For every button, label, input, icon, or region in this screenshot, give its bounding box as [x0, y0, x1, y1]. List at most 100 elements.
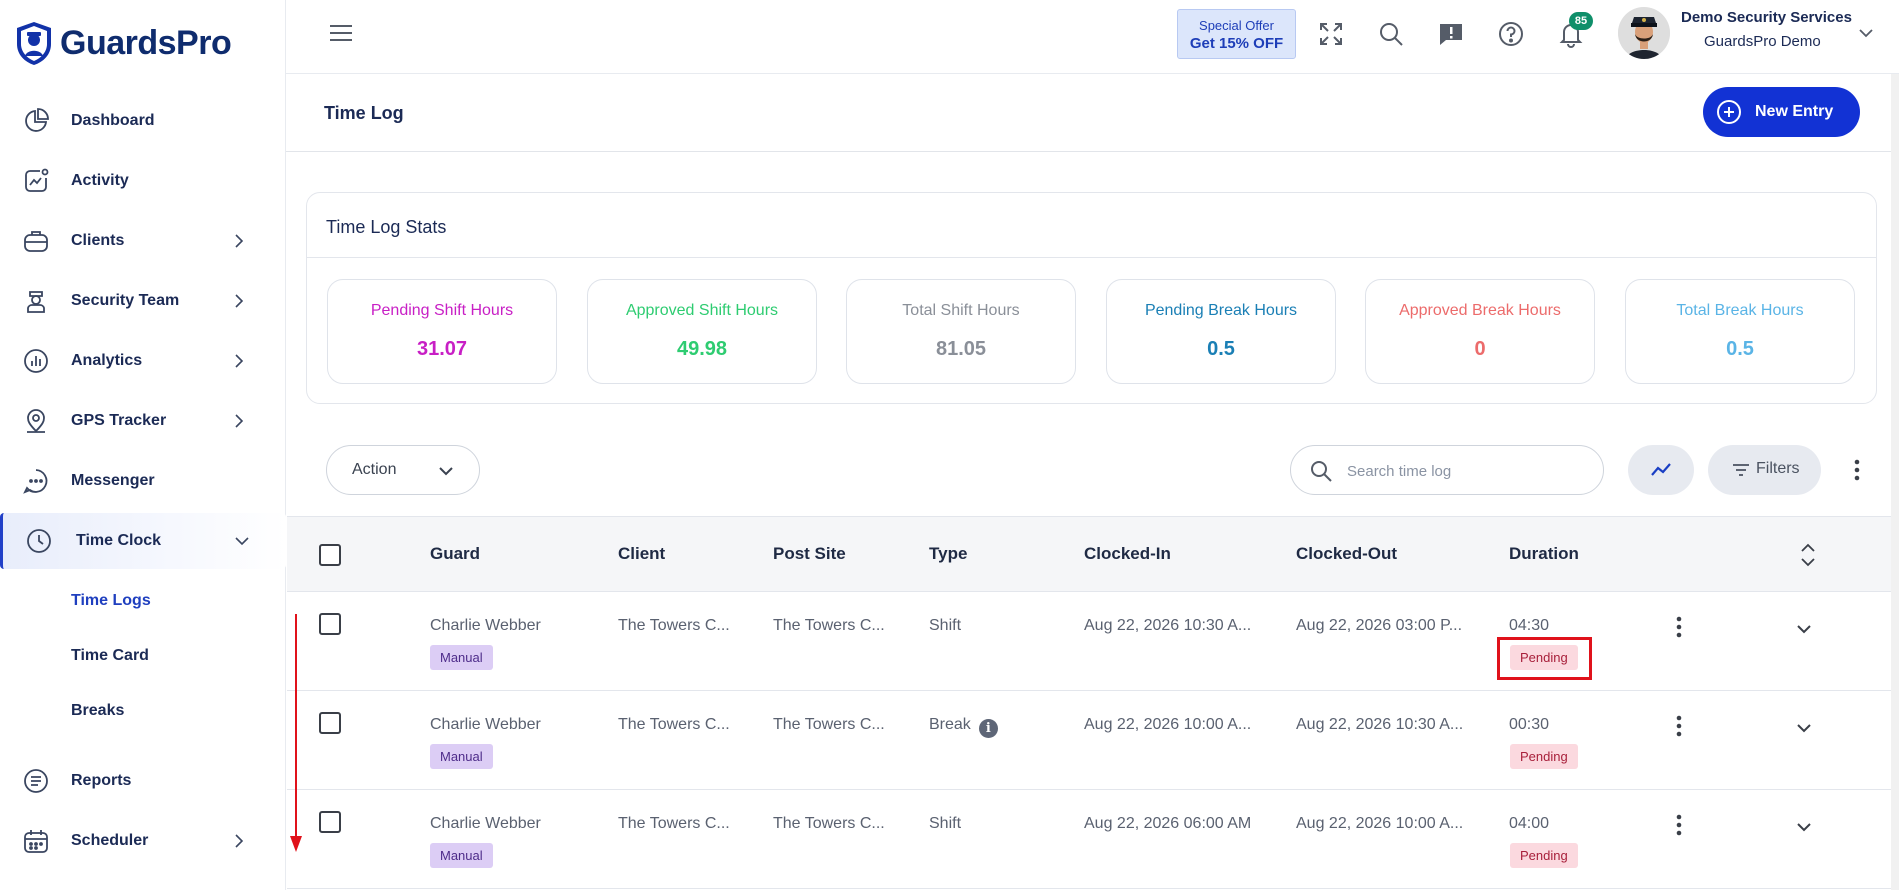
row-more-options-icon[interactable] [1674, 813, 1684, 837]
new-entry-button[interactable]: New Entry [1703, 87, 1860, 137]
action-label: Action [352, 461, 397, 478]
sidebar-item-label: Analytics [71, 352, 143, 369]
cell-client: The Towers C... [618, 716, 730, 733]
row-checkbox[interactable] [319, 613, 341, 635]
stat-card-total-shift: Total Shift Hours 81.05 [846, 279, 1076, 384]
sidebar-subitem-time-card[interactable]: Time Card [71, 647, 149, 665]
chevron-right-icon [235, 354, 244, 368]
cell-duration: 00:30 [1509, 716, 1550, 733]
stat-card-total-break: Total Break Hours 0.5 [1625, 279, 1855, 384]
sidebar-item-label: Security Team [71, 292, 180, 309]
column-header-guard[interactable]: Guard [430, 544, 480, 564]
chevron-right-icon [235, 294, 244, 308]
column-header-clocked-out[interactable]: Clocked-Out [1296, 544, 1397, 564]
stat-label: Approved Break Hours [1399, 302, 1561, 319]
trend-chart-button[interactable] [1628, 445, 1694, 495]
sidebar-item-messenger[interactable]: Messenger [0, 453, 286, 509]
select-all-checkbox[interactable] [319, 544, 341, 566]
info-icon[interactable]: i [978, 719, 998, 738]
page-scrollbar[interactable] [1891, 74, 1899, 890]
help-icon[interactable] [1497, 20, 1525, 48]
sidebar-item-label: Dashboard [71, 112, 155, 129]
cell-clocked-out: Aug 22, 2026 10:00 A... [1296, 815, 1464, 832]
cell-guard: Charlie Webber [430, 815, 541, 832]
expand-row-chevron-icon[interactable] [1794, 619, 1814, 639]
highlight-annotation-box [1497, 637, 1592, 680]
cell-duration: 04:00 [1509, 815, 1550, 832]
chevron-right-icon [235, 234, 244, 248]
column-header-type[interactable]: Type [929, 544, 967, 564]
sidebar-item-label: Clients [71, 232, 125, 249]
row-more-options-icon[interactable] [1674, 615, 1684, 639]
cell-clocked-out: Aug 22, 2026 10:30 A... [1296, 716, 1464, 733]
scroll-down-arrow-annotation [290, 614, 302, 852]
sidebar-item-activity[interactable]: Activity [0, 153, 286, 209]
stat-card-approved-break: Approved Break Hours 0 [1365, 279, 1595, 384]
row-checkbox[interactable] [319, 712, 341, 734]
sidebar-item-time-clock[interactable]: Time Clock [0, 513, 286, 569]
special-offer-button[interactable]: Special Offer Get 15% OFF [1177, 9, 1296, 59]
sidebar-item-label: Activity [71, 172, 129, 189]
guard-icon [22, 287, 50, 315]
status-badge: Pending [1510, 744, 1578, 769]
column-header-client[interactable]: Client [618, 544, 665, 564]
bar-chart-icon [22, 347, 50, 375]
expand-row-chevron-icon[interactable] [1794, 817, 1814, 837]
chevron-right-icon [235, 834, 244, 848]
sidebar-subitem-time-logs[interactable]: Time Logs [71, 592, 151, 610]
expand-row-chevron-icon[interactable] [1794, 718, 1814, 738]
time-log-stats-panel: Time Log Stats Pending Shift Hours 31.07… [306, 192, 1877, 404]
sidebar-item-label: Messenger [71, 472, 155, 489]
more-options-icon[interactable] [1852, 458, 1862, 482]
column-header-clocked-in[interactable]: Clocked-In [1084, 544, 1171, 564]
row-checkbox[interactable] [319, 811, 341, 833]
sidebar-subitem-breaks[interactable]: Breaks [71, 702, 124, 720]
trend-line-icon [1651, 463, 1671, 476]
column-header-post-site[interactable]: Post Site [773, 544, 846, 564]
user-avatar[interactable] [1618, 7, 1670, 59]
stat-value: 81.05 [935, 338, 987, 360]
offer-line2: Get 15% OFF [1189, 35, 1284, 52]
hamburger-menu-icon[interactable] [328, 22, 354, 44]
brand-logo[interactable]: GuardsPro [14, 20, 232, 66]
fullscreen-icon[interactable] [1317, 20, 1345, 48]
sidebar-item-label: Scheduler [71, 832, 149, 849]
stat-card-pending-break: Pending Break Hours 0.5 [1106, 279, 1336, 384]
table-row[interactable]: Charlie Webber Manual The Towers C... Th… [287, 691, 1899, 790]
column-header-duration[interactable]: Duration [1509, 544, 1579, 564]
feedback-icon[interactable] [1437, 20, 1465, 48]
brand-name: GuardsPro [60, 23, 232, 62]
stat-label: Pending Shift Hours [370, 302, 514, 319]
cell-clocked-out: Aug 22, 2026 03:00 P... [1296, 617, 1463, 634]
sidebar-item-analytics[interactable]: Analytics [0, 333, 286, 389]
manual-tag: Manual [430, 645, 493, 670]
row-more-options-icon[interactable] [1674, 714, 1684, 738]
stat-label: Total Break Hours [1676, 302, 1804, 319]
clock-icon [25, 527, 53, 555]
search-icon[interactable] [1377, 20, 1405, 48]
sort-toggle-icon[interactable] [1799, 541, 1817, 569]
sidebar-item-gps-tracker[interactable]: GPS Tracker [0, 393, 286, 449]
search-icon [1311, 461, 1332, 482]
sidebar-item-clients[interactable]: Clients [0, 213, 286, 269]
cell-type-text: Break [929, 716, 971, 733]
filters-button[interactable]: Filters [1708, 445, 1821, 495]
manual-tag: Manual [430, 843, 493, 868]
action-dropdown[interactable]: Action [326, 445, 480, 495]
user-name[interactable]: Demo Security Services [1681, 9, 1852, 26]
sidebar-item-scheduler[interactable]: Scheduler [0, 813, 286, 869]
cell-guard: Charlie Webber [430, 716, 541, 733]
sidebar-item-reports[interactable]: Reports [0, 753, 286, 809]
filters-label: Filters [1756, 460, 1800, 477]
top-header: Special Offer Get 15% OFF 85 Demo Securi… [286, 0, 1899, 74]
table-row[interactable]: Charlie Webber Manual The Towers C... Th… [287, 790, 1899, 889]
table-row[interactable]: Charlie Webber Manual The Towers C... Th… [287, 592, 1899, 691]
sidebar-item-label: Time Clock [76, 532, 162, 549]
user-org: GuardsPro Demo [1704, 33, 1821, 50]
chevron-down-icon[interactable] [1857, 24, 1875, 42]
sidebar-item-dashboard[interactable]: Dashboard [0, 93, 286, 149]
search-input[interactable] [1347, 459, 1587, 483]
stat-value: 49.98 [676, 338, 728, 360]
cell-duration: 04:30 [1509, 617, 1550, 634]
sidebar-item-security-team[interactable]: Security Team [0, 273, 286, 329]
